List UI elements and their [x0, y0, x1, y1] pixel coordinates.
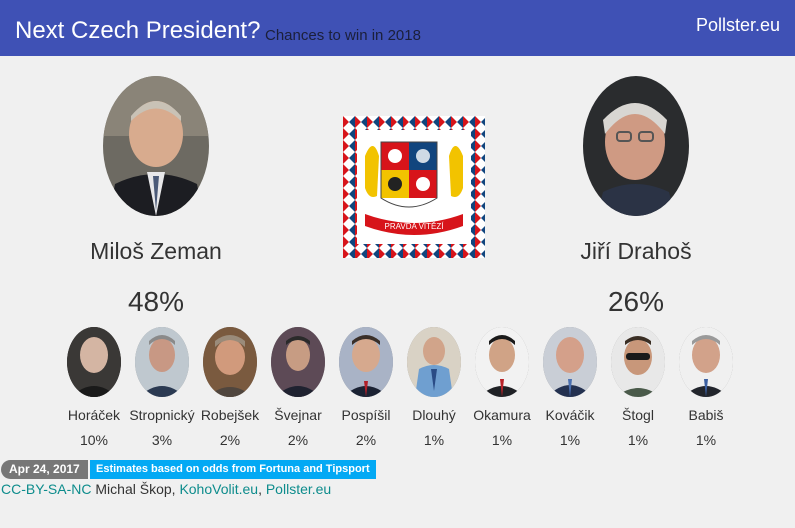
candidate-percent: 1% [491, 432, 513, 448]
leader-photo-drahos [583, 76, 689, 216]
candidate-percent: 1% [627, 432, 649, 448]
candidate-photo [271, 327, 325, 397]
candidate-name: Štogl [622, 407, 654, 423]
license-link[interactable]: CC-BY-SA-NC [1, 481, 92, 497]
candidate-dlouhy: Dlouhý 1% [399, 327, 469, 448]
candidate-photo [611, 327, 665, 397]
candidate-photo [475, 327, 529, 397]
candidate-stogl: Štogl 1% [603, 327, 673, 448]
source-note-badge: Estimates based on odds from Fortuna and… [90, 460, 376, 479]
page-subtitle: Chances to win in 2018 [265, 27, 421, 44]
brand-link[interactable]: Pollster.eu [696, 15, 780, 36]
leader-photo-zeman [103, 76, 209, 216]
candidate-photo [339, 327, 393, 397]
candidate-photo [543, 327, 597, 397]
candidate-photo [407, 327, 461, 397]
candidate-okamura: Okamura 1% [467, 327, 537, 448]
candidate-name: Dlouhý [412, 407, 456, 423]
candidate-name: Kováčik [545, 407, 595, 423]
candidate-horacek: Horáček 10% [59, 327, 129, 448]
candidate-percent: 1% [695, 432, 717, 448]
candidate-name: Stropnický [129, 407, 195, 423]
kohovolit-link[interactable]: KohoVolit.eu [179, 481, 258, 497]
candidate-photo [679, 327, 733, 397]
credits-line: CC-BY-SA-NC Michal Škop, KohoVolit.eu, P… [1, 481, 331, 497]
candidate-name: Babiš [688, 407, 724, 423]
leader-name: Jiří Drahoš [580, 238, 692, 264]
candidate-photo [203, 327, 257, 397]
candidate-pospisil: Pospíšil 2% [331, 327, 401, 448]
pollster-link[interactable]: Pollster.eu [266, 481, 331, 497]
leader-name: Miloš Zeman [90, 238, 222, 264]
candidate-kovacik: Kováčik 1% [535, 327, 605, 448]
leader-percent: 26% [607, 286, 665, 317]
separator-text: , [258, 481, 266, 497]
candidate-robejsek: Robejšek 2% [195, 327, 265, 448]
candidate-svejnar: Švejnar 2% [263, 327, 333, 448]
candidate-stropnicky: Stropnický 3% [127, 327, 197, 448]
candidate-percent: 3% [151, 432, 173, 448]
leader-percent: 48% [127, 286, 185, 317]
candidate-babis: Babiš 1% [671, 327, 741, 448]
presidential-flag: PRAVDA VÍTĚZÍ [343, 116, 485, 258]
candidate-percent: 2% [355, 432, 377, 448]
candidate-percent: 2% [219, 432, 241, 448]
page-title: Next Czech President? [15, 17, 261, 44]
candidate-photo [67, 327, 121, 397]
candidate-name: Pospíšil [341, 407, 391, 423]
candidate-name: Okamura [473, 407, 531, 423]
candidate-photo [135, 327, 189, 397]
date-badge: Apr 24, 2017 [1, 460, 88, 479]
candidate-percent: 1% [423, 432, 445, 448]
candidate-name: Švejnar [274, 407, 322, 423]
author-text: Michal Škop, [91, 481, 180, 497]
candidate-percent: 10% [79, 432, 109, 448]
candidate-percent: 1% [559, 432, 581, 448]
header-bar: Next Czech President? Chances to win in … [0, 0, 795, 56]
flag-motto: PRAVDA VÍTĚZÍ [385, 222, 445, 231]
candidate-name: Robejšek [200, 407, 260, 423]
candidate-name: Horáček [67, 407, 121, 423]
candidate-percent: 2% [287, 432, 309, 448]
